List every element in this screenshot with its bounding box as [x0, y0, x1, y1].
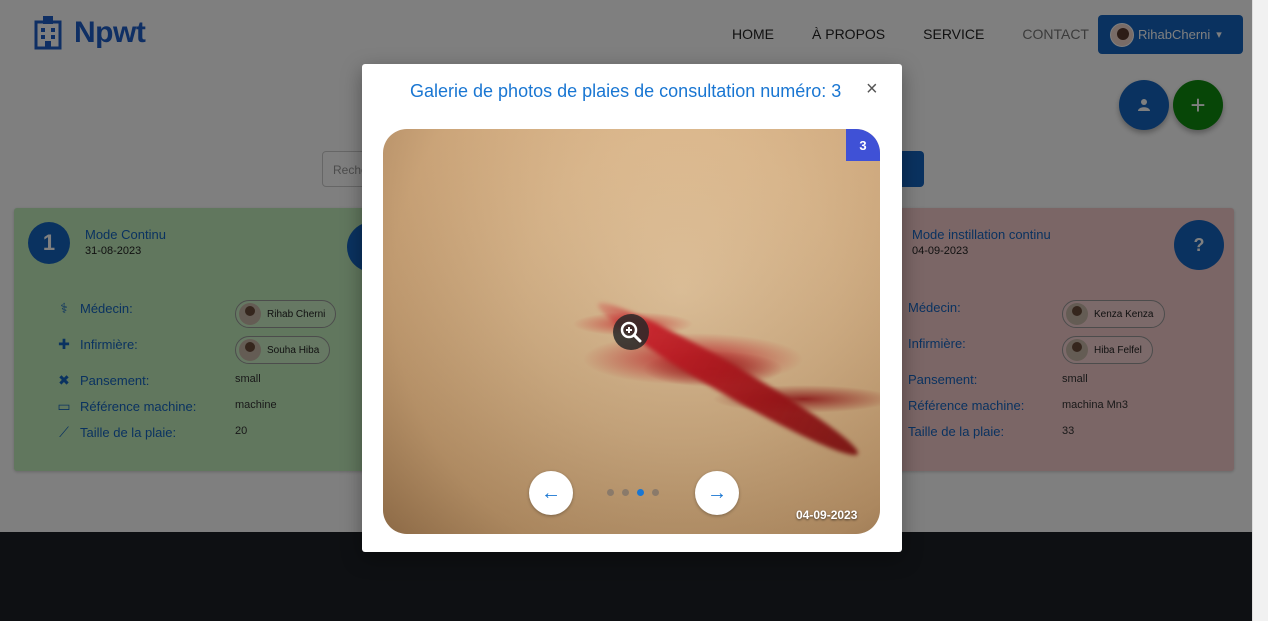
carousel-dot[interactable]: [607, 489, 614, 496]
photo-counter-badge: 3: [846, 129, 880, 161]
photo-date: 04-09-2023: [796, 508, 858, 522]
scrollbar[interactable]: [1252, 0, 1268, 621]
zoom-in-icon[interactable]: [613, 314, 649, 350]
arrow-left-icon: ←: [541, 481, 561, 504]
modal-title: Galerie de photos de plaies de consultat…: [410, 81, 842, 101]
prev-photo-button[interactable]: ←: [529, 471, 573, 515]
carousel-dot-active[interactable]: [637, 489, 644, 496]
next-photo-button[interactable]: →: [695, 471, 739, 515]
arrow-right-icon: →: [707, 481, 727, 504]
gallery-modal: Galerie de photos de plaies de consultat…: [362, 64, 902, 552]
carousel-dots: [607, 489, 667, 496]
close-icon[interactable]: ×: [866, 78, 878, 101]
carousel-dot[interactable]: [652, 489, 659, 496]
wound-photo-carousel[interactable]: 3 ← → 04-09-2023: [383, 129, 880, 534]
carousel-dot[interactable]: [622, 489, 629, 496]
